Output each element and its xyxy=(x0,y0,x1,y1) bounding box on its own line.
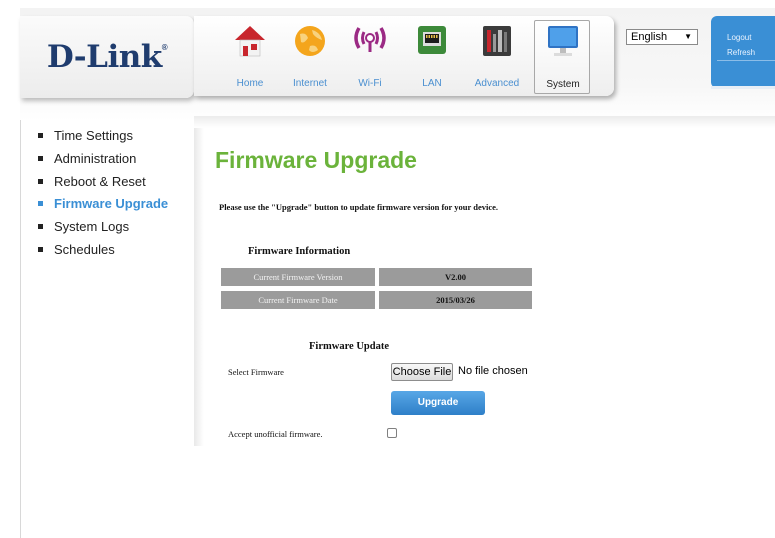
divider xyxy=(717,60,775,61)
unofficial-firmware-checkbox[interactable] xyxy=(387,428,397,438)
info-value: V2.00 xyxy=(379,268,532,286)
page-title: Firmware Upgrade xyxy=(215,147,417,173)
sidebar-item-time-settings[interactable]: Time Settings xyxy=(38,128,168,151)
nav-label: System xyxy=(546,79,580,90)
language-value: English xyxy=(631,31,668,43)
info-label: Current Firmware Version xyxy=(221,268,375,286)
sidebar-item-label: Administration xyxy=(54,150,137,166)
dlink-logo: D-Link® xyxy=(46,39,168,75)
info-row-version: Current Firmware Version V2.00 xyxy=(221,268,532,286)
sidebar-item-label: System Logs xyxy=(54,219,130,235)
info-value: 2015/03/26 xyxy=(379,291,532,309)
account-panel: Logout Refresh xyxy=(711,16,775,88)
nav-system[interactable]: System xyxy=(534,20,590,94)
computer-icon xyxy=(548,26,578,56)
nav-advanced[interactable]: Advanced xyxy=(469,20,525,94)
wifi-icon xyxy=(354,27,386,52)
nav-lan[interactable]: LAN xyxy=(404,20,460,94)
nav-label: Advanced xyxy=(474,78,520,89)
bullet-icon xyxy=(38,133,43,138)
bullet-icon xyxy=(38,224,43,230)
top-margin xyxy=(20,0,775,8)
select-firmware-label: Select Firmware xyxy=(228,367,284,377)
bullet-icon xyxy=(38,246,43,252)
sidebar-item-label: Time Settings xyxy=(54,128,133,143)
nav-label: Internet xyxy=(293,78,327,89)
refresh-link[interactable]: Refresh xyxy=(727,48,755,57)
sidebar-item-firmware-upgrade[interactable]: Firmware Upgrade xyxy=(38,196,168,219)
firmware-update-heading: Firmware Update xyxy=(309,341,389,352)
globe-icon xyxy=(295,26,325,56)
language-select[interactable]: English ▼ xyxy=(626,29,698,45)
sidebar-item-reboot-reset[interactable]: Reboot & Reset xyxy=(38,174,168,197)
tools-icon xyxy=(483,26,511,56)
logout-link[interactable]: Logout xyxy=(727,33,751,42)
sidebar-item-administration[interactable]: Administration xyxy=(38,151,168,174)
info-row-date: Current Firmware Date 2015/03/26 xyxy=(221,291,532,309)
bullet-icon xyxy=(38,155,43,161)
page-description: Please use the "Upgrade" button to updat… xyxy=(219,202,499,212)
main-nav: Home Internet Wi-Fi LAN Advanced System xyxy=(194,16,614,96)
info-label: Current Firmware Date xyxy=(221,291,375,309)
sidebar-item-label: Reboot & Reset xyxy=(54,173,146,189)
nav-home[interactable]: Home xyxy=(222,20,278,94)
upgrade-button[interactable]: Upgrade xyxy=(391,391,485,415)
sidebar-item-system-logs[interactable]: System Logs xyxy=(38,219,168,242)
chevron-down-icon: ▼ xyxy=(684,32,692,41)
nav-label: Home xyxy=(236,78,264,89)
nav-internet[interactable]: Internet xyxy=(282,20,338,94)
bullet-icon xyxy=(38,178,43,184)
sidebar-item-label: Firmware Upgrade xyxy=(54,196,169,212)
bullet-icon xyxy=(38,201,43,207)
sidebar-item-schedules[interactable]: Schedules xyxy=(38,242,168,265)
nav-label: Wi-Fi xyxy=(358,78,382,89)
panel-strip xyxy=(711,86,775,89)
content-shade xyxy=(194,116,775,128)
file-status-text: No file chosen xyxy=(458,365,528,377)
sidebar-menu: Time Settings Administration Reboot & Re… xyxy=(38,128,168,265)
firmware-info-heading: Firmware Information xyxy=(248,246,351,257)
logo-box: D-Link® xyxy=(20,16,194,98)
home-icon xyxy=(235,26,265,57)
choose-file-button[interactable]: Choose File xyxy=(391,363,453,381)
lan-port-icon xyxy=(418,26,446,54)
nav-wifi[interactable]: Wi-Fi xyxy=(342,20,398,94)
nav-label: LAN xyxy=(422,78,442,89)
sidebar-item-label: Schedules xyxy=(54,241,115,257)
unofficial-firmware-label: Accept unofficial firmware. xyxy=(228,429,323,439)
